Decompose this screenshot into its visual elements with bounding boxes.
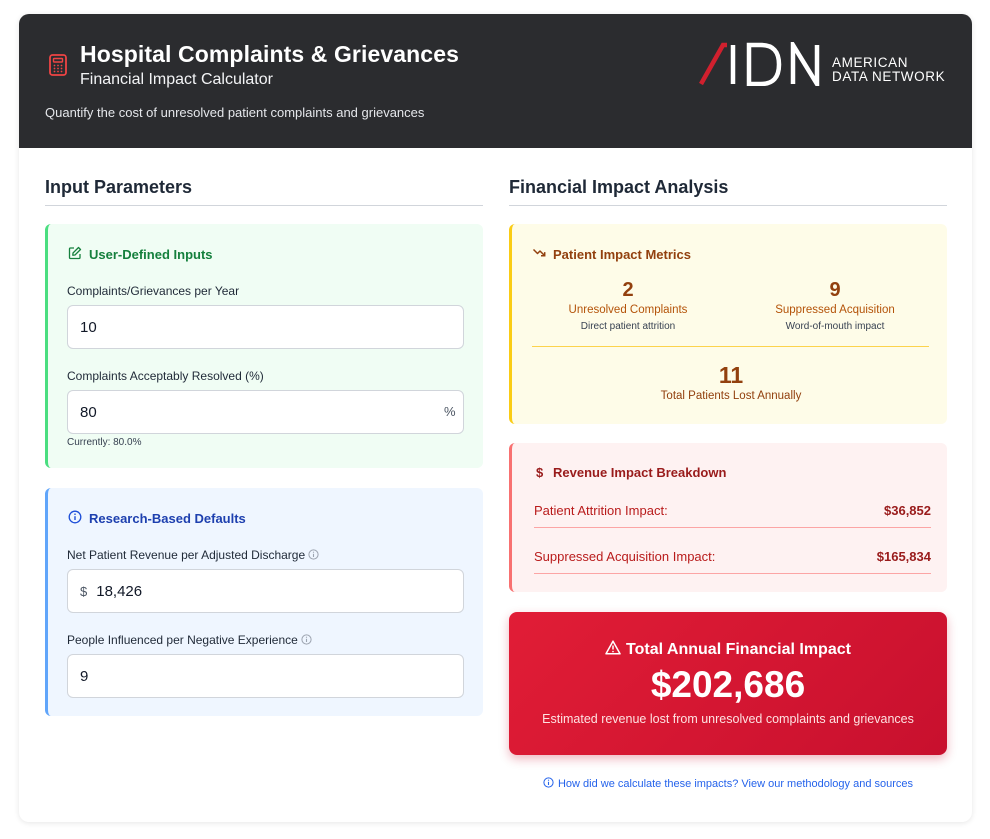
- trending-down-icon: [532, 248, 546, 257]
- financial-analysis-heading: Financial Impact Analysis: [509, 177, 729, 197]
- unresolved-complaints-sub: Direct patient attrition: [580, 321, 676, 332]
- calculator-card: Hospital Complaints & Grievances Financi…: [19, 14, 972, 822]
- complaints-per-year-input[interactable]: 10: [67, 305, 464, 349]
- attrition-impact-row: Patient Attrition Impact: $36,852: [534, 495, 931, 528]
- patient-impact-metrics-panel: Patient Impact Metrics 2 Unresolved Comp…: [509, 224, 947, 424]
- attrition-impact-label: Patient Attrition Impact:: [534, 503, 668, 518]
- acquisition-impact-label: Suppressed Acquisition Impact:: [534, 549, 716, 564]
- research-defaults-panel: Research-Based Defaults Net Patient Reve…: [45, 488, 483, 716]
- total-impact-description: Estimated revenue lost from unresolved c…: [542, 712, 914, 726]
- dollar-icon: $: [536, 465, 544, 480]
- total-impact-value: $202,686: [650, 664, 806, 705]
- divider: [532, 346, 929, 347]
- unresolved-complaints-value: 2: [622, 279, 634, 301]
- user-defined-inputs-panel: User-Defined Inputs Complaints/Grievance…: [45, 224, 483, 468]
- page-description: Quantify the cost of unresolved patient …: [45, 105, 425, 120]
- patient-impact-metrics-title: Patient Impact Metrics: [553, 247, 691, 262]
- research-defaults-title: Research-Based Defaults: [89, 511, 246, 526]
- total-patients-lost-value: 11: [718, 362, 744, 388]
- total-impact-title-row: Total Annual Financial Impact: [509, 640, 947, 659]
- acquisition-impact-row: Suppressed Acquisition Impact: $165,834: [534, 541, 931, 574]
- resolved-percent-label: Complaints Acceptably Resolved (%): [67, 369, 264, 383]
- people-influenced-label: People Influenced per Negative Experienc…: [67, 633, 298, 647]
- info-icon: [543, 777, 554, 788]
- resolved-current-hint: Currently: 80.0%: [67, 437, 142, 448]
- page-title: Hospital Complaints & Grievances: [80, 41, 459, 67]
- unresolved-complaints-label: Unresolved Complaints: [568, 304, 688, 316]
- people-influenced-input[interactable]: 9: [67, 654, 464, 698]
- revenue-impact-panel: $ Revenue Impact Breakdown Patient Attri…: [509, 443, 947, 592]
- percent-suffix: %: [444, 404, 456, 419]
- user-defined-inputs-title: User-Defined Inputs: [89, 247, 213, 262]
- suppressed-acquisition-value: 9: [829, 279, 841, 301]
- info-icon: [68, 510, 82, 524]
- suppressed-acquisition-sub: Word-of-mouth impact: [785, 321, 885, 332]
- info-tooltip-icon[interactable]: [301, 634, 312, 645]
- edit-icon: [68, 246, 82, 260]
- suppressed-acquisition-label: Suppressed Acquisition: [775, 304, 895, 316]
- info-tooltip-icon[interactable]: [308, 549, 319, 560]
- revenue-per-discharge-input[interactable]: $ 18,426: [67, 569, 464, 613]
- app-header: Hospital Complaints & Grievances Financi…: [19, 14, 972, 148]
- total-impact-title: Total Annual Financial Impact: [626, 641, 851, 658]
- total-patients-lost-label: Total Patients Lost Annually: [660, 390, 802, 402]
- attrition-impact-value: $36,852: [884, 503, 931, 518]
- methodology-link[interactable]: How did we calculate these impacts? View…: [509, 777, 947, 790]
- warning-icon: [605, 640, 621, 655]
- page-subtitle: Financial Impact Calculator: [80, 71, 273, 88]
- complaints-per-year-label: Complaints/Grievances per Year: [67, 284, 240, 298]
- resolved-percent-input[interactable]: 80: [67, 390, 464, 434]
- currency-prefix: $: [80, 583, 88, 599]
- divider: [509, 205, 947, 206]
- calculator-icon: [49, 54, 67, 76]
- divider: [45, 205, 483, 206]
- input-parameters-heading: Input Parameters: [45, 177, 193, 197]
- revenue-per-discharge-label: Net Patient Revenue per Adjusted Dischar…: [67, 548, 306, 562]
- logo-wordmark: AMERICAN DATA NETWORK: [832, 55, 946, 84]
- revenue-impact-title: Revenue Impact Breakdown: [553, 465, 727, 480]
- total-impact-card: Total Annual Financial Impact $202,686 E…: [509, 612, 947, 755]
- acquisition-impact-value: $165,834: [876, 549, 931, 564]
